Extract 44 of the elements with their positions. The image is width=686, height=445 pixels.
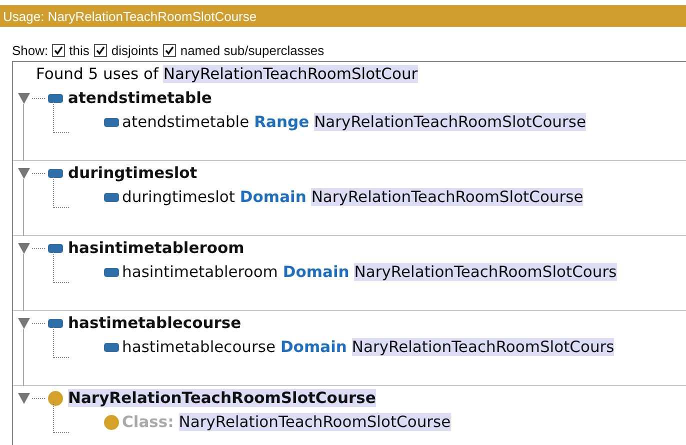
usage-object: NaryRelationTeachRoomSlotCourse bbox=[178, 413, 451, 431]
property-icon bbox=[48, 244, 63, 252]
class-icon bbox=[48, 390, 63, 406]
collapse-triangle-icon[interactable] bbox=[18, 391, 30, 405]
usage-object: NaryRelationTeachRoomSlotCourse bbox=[314, 113, 586, 131]
collapse-triangle-icon[interactable] bbox=[18, 91, 30, 105]
property-icon bbox=[48, 168, 63, 178]
usage-object: NaryRelationTeachRoomSlotCours bbox=[354, 263, 617, 281]
usage-subject: hastimetablecourse bbox=[122, 338, 276, 356]
checkbox-label[interactable]: named sub/superclasses bbox=[180, 42, 324, 58]
collapse-triangle-icon[interactable] bbox=[18, 316, 30, 330]
usage-keyword: Domain bbox=[280, 338, 347, 356]
property-icon bbox=[104, 268, 119, 276]
usage-keyword: Domain bbox=[240, 188, 306, 206]
usage-object: NaryRelationTeachRoomSlotCours bbox=[352, 338, 614, 356]
property-icon bbox=[104, 342, 119, 352]
checkbox[interactable] bbox=[52, 44, 66, 56]
usage-subject: hasintimetableroom bbox=[122, 263, 278, 281]
highlighted-entity-name[interactable]: NaryRelationTeachRoomSlotCourse bbox=[68, 389, 376, 407]
usage-subject: atendstimetable bbox=[122, 113, 250, 131]
checkbox[interactable] bbox=[94, 44, 108, 56]
entity-name[interactable]: duringtimeslot bbox=[68, 164, 198, 182]
panel-title: Usage: NaryRelationTeachRoomSlotCourse bbox=[0, 5, 686, 27]
usage-object: NaryRelationTeachRoomSlotCourse bbox=[311, 188, 584, 206]
property-icon bbox=[48, 94, 63, 102]
entity-name[interactable]: hastimetablecourse bbox=[68, 314, 242, 332]
usage-keyword: Class: bbox=[122, 413, 174, 431]
property-icon bbox=[48, 318, 63, 328]
entity-name[interactable]: hasintimetableroom bbox=[68, 239, 244, 257]
collapse-triangle-icon[interactable] bbox=[18, 241, 30, 255]
usage-keyword: Domain bbox=[282, 263, 350, 281]
property-icon bbox=[104, 118, 119, 126]
checkbox[interactable] bbox=[163, 44, 176, 56]
checkbox-label[interactable]: disjoints bbox=[111, 42, 158, 58]
found-text: Found 5 uses of bbox=[36, 65, 158, 83]
entity-name[interactable]: atendstimetable bbox=[68, 89, 212, 107]
property-icon bbox=[104, 192, 119, 202]
collapse-triangle-icon[interactable] bbox=[18, 166, 30, 180]
usage-keyword: Range bbox=[254, 113, 310, 131]
show-label: Show: bbox=[12, 42, 48, 58]
search-term: NaryRelationTeachRoomSlotCour bbox=[163, 65, 418, 83]
usage-subject: duringtimeslot bbox=[122, 188, 235, 206]
class-icon bbox=[104, 414, 119, 430]
checkbox-label[interactable]: this bbox=[69, 42, 90, 58]
